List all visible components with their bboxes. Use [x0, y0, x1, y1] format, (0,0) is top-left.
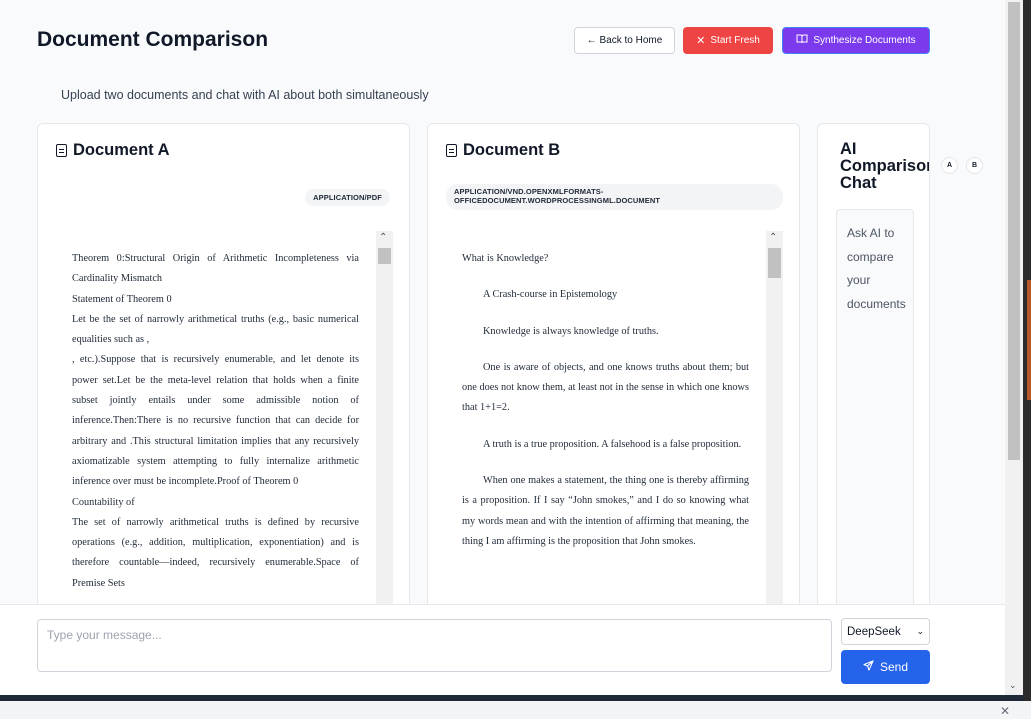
document-b-heading: Document B — [446, 141, 560, 160]
send-button[interactable]: Send — [841, 650, 930, 684]
message-input[interactable] — [37, 619, 832, 672]
document-b-scroll-thumb[interactable] — [768, 248, 781, 278]
document-b-viewer[interactable]: What is Knowledge? A Crash-course in Epi… — [446, 231, 783, 612]
book-open-icon — [796, 34, 808, 47]
bottom-status-bar: ✕ — [0, 701, 1031, 719]
file-text-icon — [446, 144, 457, 157]
doc-paragraph: A Crash-course in Epistemology — [483, 289, 618, 301]
window-edge-accent — [1027, 280, 1031, 400]
back-home-label: ← Back to Home — [586, 35, 663, 46]
doc-paragraph: Statement of Theorem 0 — [72, 293, 172, 305]
close-icon[interactable]: ✕ — [1000, 704, 1010, 718]
doc-paragraph: Let be the set of narrowly arithmetical … — [72, 313, 359, 346]
document-b-mime-badge: APPLICATION/VND.OPENXMLFORMATS-OFFICEDOC… — [446, 184, 783, 210]
document-a-content: Theorem 0:Structural Origin of Arithmeti… — [56, 231, 375, 594]
send-icon — [863, 660, 874, 674]
start-fresh-label: Start Fresh — [710, 35, 760, 46]
doc-paragraph: A truth is a true proposition. A falseho… — [483, 438, 742, 450]
model-select[interactable]: DeepSeek ⌄ — [841, 618, 930, 645]
chat-messages: Ask AI to compare your documents — [836, 209, 914, 612]
page-scroll-thumb[interactable] — [1008, 2, 1020, 460]
document-b-panel: Document B APPLICATION/VND.OPENXMLFORMAT… — [427, 123, 800, 613]
document-a-badge: A — [941, 157, 958, 174]
chevron-down-icon[interactable]: ⌄ — [1009, 680, 1017, 691]
document-b-badge: B — [966, 157, 983, 174]
send-label: Send — [879, 660, 909, 674]
document-b-title: Document B — [463, 141, 561, 159]
ai-chat-panel: AI Comparison Chat Ask AI to compare you… — [817, 123, 930, 613]
document-a-panel: Document A APPLICATION/PDF Theorem 0:Str… — [37, 123, 410, 613]
doc-paragraph: Knowledge is always knowledge of truths. — [483, 325, 659, 337]
doc-paragraph: Countability of — [72, 496, 135, 508]
doc-paragraph: What is Knowledge? — [462, 253, 549, 264]
document-a-title: Document A — [73, 141, 170, 159]
model-select-value: DeepSeek — [847, 625, 901, 638]
chat-empty-prompt: Ask AI to compare your documents — [847, 226, 906, 311]
document-a-scrollbar[interactable]: ⌃ — [376, 231, 393, 612]
chat-input-bar: DeepSeek ⌄ Send — [0, 604, 1005, 695]
chevron-up-icon[interactable]: ⌃ — [769, 232, 777, 243]
document-b-content: What is Knowledge? A Crash-course in Epi… — [446, 231, 765, 568]
chevron-up-icon[interactable]: ⌃ — [379, 232, 387, 243]
chevron-down-icon: ⌄ — [916, 626, 924, 636]
doc-paragraph: , etc.).Suppose that is recursively enum… — [72, 354, 359, 488]
file-text-icon — [56, 144, 67, 157]
page-subtitle: Upload two documents and chat with AI ab… — [61, 88, 429, 102]
x-icon: ✕ — [696, 35, 706, 47]
doc-paragraph: When one makes a statement, the thing on… — [462, 475, 749, 547]
document-a-scroll-thumb[interactable] — [378, 248, 391, 264]
doc-paragraph: Theorem 0:Structural Origin of Arithmeti… — [72, 253, 359, 285]
doc-paragraph: One is aware of objects, and one knows t… — [462, 361, 749, 414]
synthesize-label: Synthesize Documents — [813, 35, 916, 46]
ai-chat-title: AI Comparison Chat — [840, 140, 930, 192]
doc-paragraph: The set of narrowly arithmetical truths … — [72, 516, 359, 589]
document-a-mime-badge: APPLICATION/PDF — [305, 189, 390, 206]
start-fresh-button[interactable]: ✕ Start Fresh — [683, 27, 773, 54]
synthesize-button[interactable]: Synthesize Documents — [782, 27, 930, 54]
page-title: Document Comparison — [37, 28, 269, 51]
back-home-button[interactable]: ← Back to Home — [574, 27, 675, 54]
document-a-heading: Document A — [56, 141, 170, 160]
window-edge — [1023, 0, 1031, 719]
document-b-scrollbar[interactable]: ⌃ — [766, 231, 783, 612]
document-a-viewer[interactable]: Theorem 0:Structural Origin of Arithmeti… — [56, 231, 393, 612]
page-scrollbar[interactable]: ⌄ — [1005, 0, 1023, 695]
